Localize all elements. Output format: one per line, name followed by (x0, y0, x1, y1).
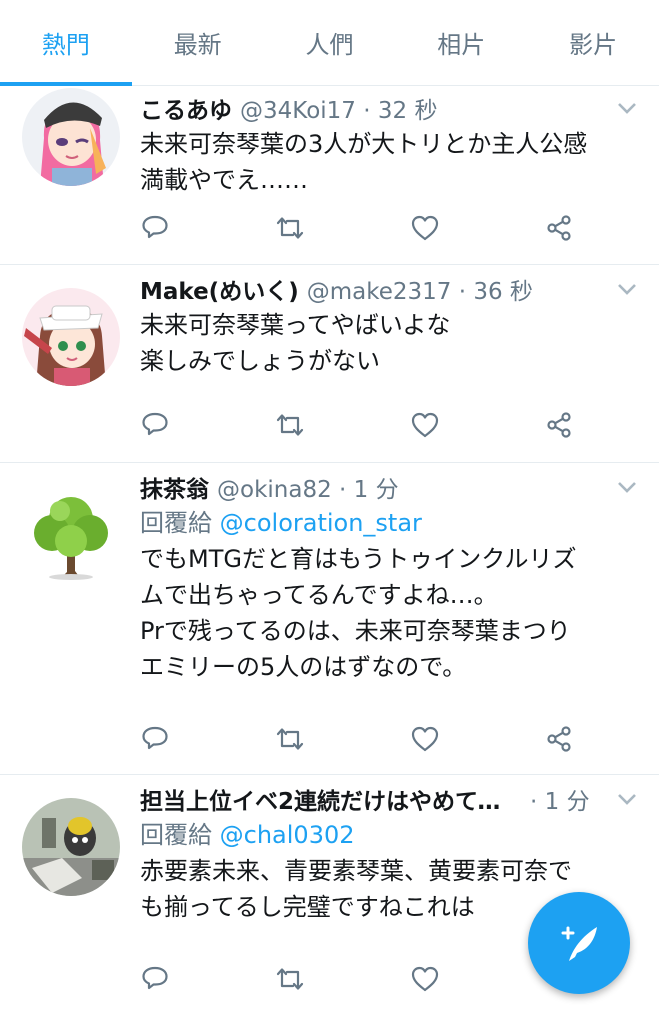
compose-tweet-button[interactable] (528, 892, 630, 994)
tweet-actions (140, 410, 580, 440)
share-icon[interactable] (544, 213, 574, 243)
reply-context: 回覆給 @coloration_star (140, 505, 639, 541)
like-icon[interactable] (410, 964, 440, 994)
reply-prefix: 回覆給 (140, 509, 212, 537)
tab-videos[interactable]: 影片 (527, 0, 659, 85)
reply-icon[interactable] (140, 410, 170, 440)
tab-people[interactable]: 人們 (264, 0, 396, 85)
avatar[interactable] (22, 88, 120, 186)
reply-icon[interactable] (140, 724, 170, 754)
author-name[interactable]: 抹茶翁 (140, 470, 209, 504)
chevron-down-icon[interactable] (615, 96, 639, 120)
tweet-item[interactable]: Make(めいく) @make2317 · 36 秒 未来可奈琴葉ってやばいよな… (0, 265, 659, 463)
tab-top[interactable]: 熱門 (0, 0, 132, 86)
tweet-actions (140, 213, 580, 243)
reply-context: 回覆給 @chal0302 (140, 817, 639, 853)
author-handle-time: @okina82 · 1 分 (217, 477, 399, 503)
author-name[interactable]: Make(めいく) (140, 272, 299, 306)
tweet-actions (140, 724, 580, 754)
tweet-text: でもMTGだと育はもうトゥインクルリズ ムで出ちゃってるんですよね…。 Prで残… (140, 545, 577, 681)
reply-icon[interactable] (140, 964, 170, 994)
share-icon[interactable] (544, 410, 574, 440)
tweet-feed[interactable]: こるあゆ @34Koi17 · 32 秒 未来可奈琴葉の3人が大トリとか主人公感… (0, 86, 659, 1024)
tweet-text: 未来可奈琴葉の3人が大トリとか主人公感 満載やでえ…… (140, 130, 588, 194)
search-tabs: 熱門 最新 人們 相片 影片 (0, 0, 659, 86)
avatar[interactable] (22, 798, 120, 896)
like-icon[interactable] (410, 724, 440, 754)
reply-icon[interactable] (140, 213, 170, 243)
tab-latest[interactable]: 最新 (132, 0, 264, 85)
retweet-icon[interactable] (275, 724, 305, 754)
like-icon[interactable] (410, 410, 440, 440)
author-handle-time: @make2317 · 36 秒 (306, 279, 533, 305)
tweet-item[interactable]: こるあゆ @34Koi17 · 32 秒 未来可奈琴葉の3人が大トリとか主人公感… (0, 86, 659, 265)
avatar[interactable] (22, 288, 120, 386)
author-name[interactable]: 担当上位イベ2連続だけはやめてください (140, 782, 522, 816)
avatar[interactable] (22, 485, 120, 583)
author-name[interactable]: こるあゆ (140, 91, 232, 125)
compose-tweet-icon (561, 926, 597, 961)
chevron-down-icon[interactable] (615, 787, 639, 811)
author-handle-time: · 1 分 (530, 789, 590, 815)
like-icon[interactable] (410, 213, 440, 243)
reply-to-link[interactable]: @coloration_star (220, 509, 422, 537)
chevron-down-icon[interactable] (615, 475, 639, 499)
share-icon[interactable] (544, 724, 574, 754)
tweet-text: 未来可奈琴葉ってやばいよな 楽しみでしょうがない (140, 311, 451, 375)
retweet-icon[interactable] (275, 213, 305, 243)
author-handle-time: @34Koi17 · 32 秒 (240, 98, 438, 124)
reply-prefix: 回覆給 (140, 821, 212, 849)
reply-to-link[interactable]: @chal0302 (220, 821, 355, 849)
tweet-actions (140, 964, 580, 994)
retweet-icon[interactable] (275, 964, 305, 994)
chevron-down-icon[interactable] (615, 277, 639, 301)
retweet-icon[interactable] (275, 410, 305, 440)
tab-photos[interactable]: 相片 (395, 0, 527, 85)
